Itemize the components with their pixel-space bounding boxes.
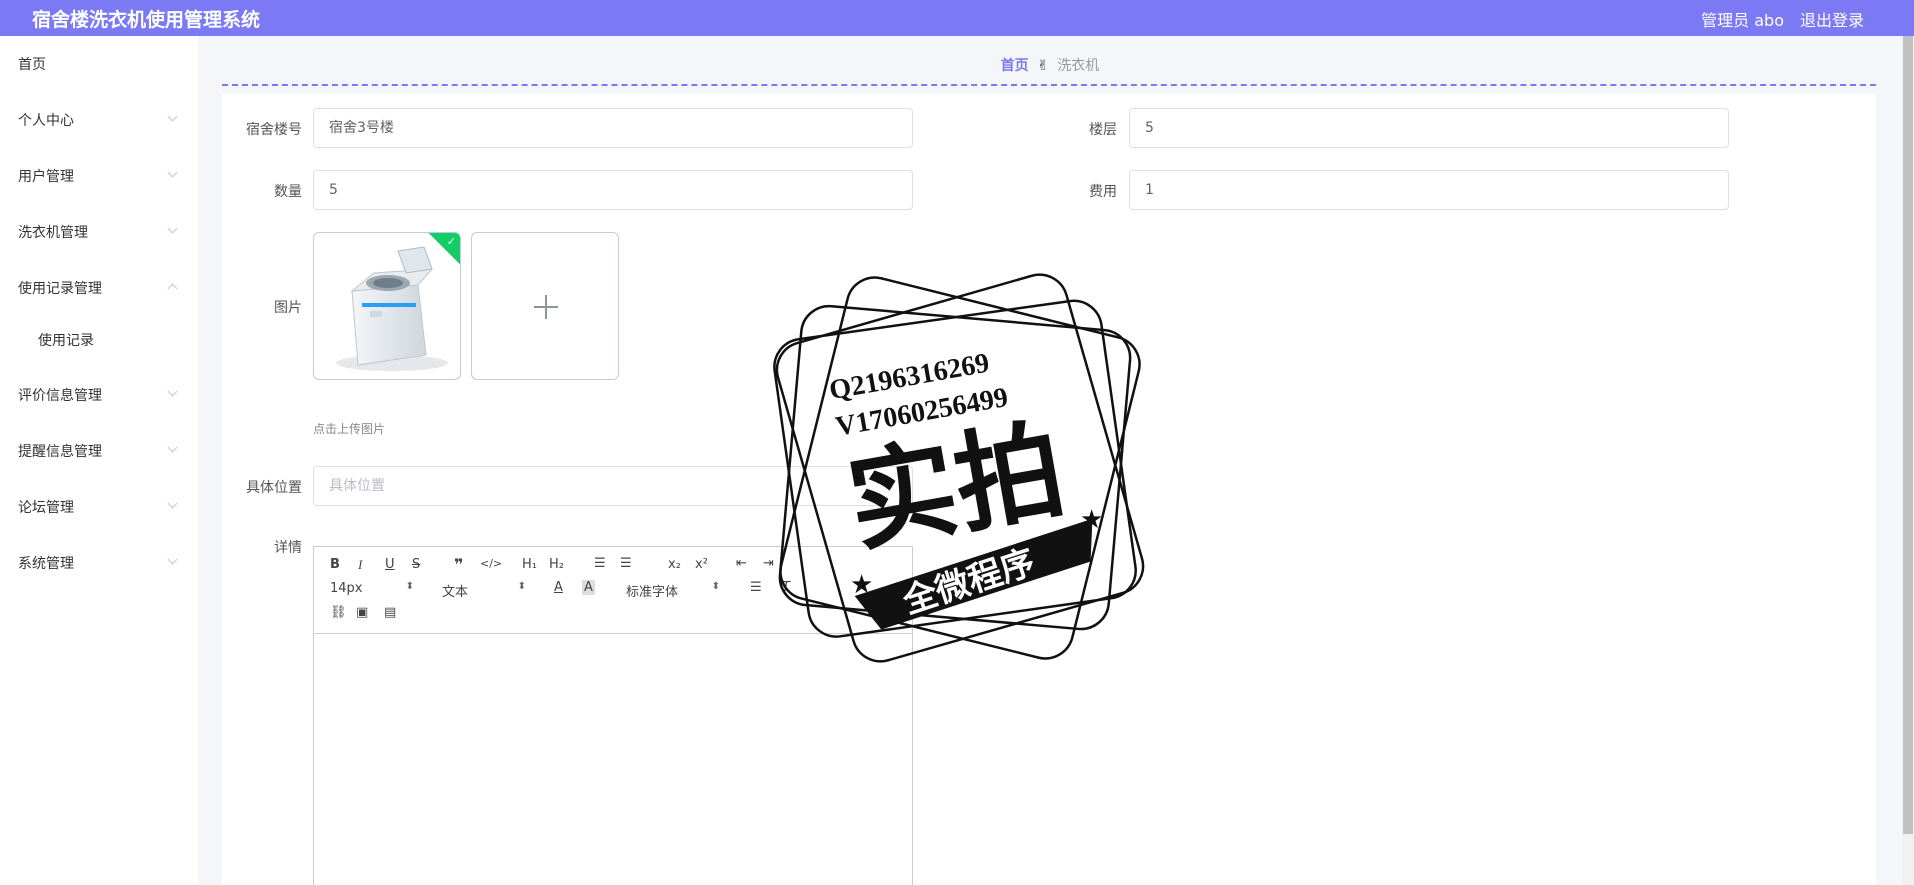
sidebar-item-system[interactable]: 系统管理	[0, 543, 198, 583]
chevron-up-icon	[167, 283, 178, 294]
sidebar-item-forum[interactable]: 论坛管理	[0, 487, 198, 527]
paragraph-select[interactable]: 文本 ⬍	[442, 581, 526, 600]
image-icon[interactable]: ▣	[356, 605, 368, 620]
location-label: 具体位置	[246, 480, 302, 496]
sidebar: 首页 个人中心 用户管理 洗衣机管理 使用记录管理 使用记录 评价信息管理 提醒…	[0, 36, 198, 885]
sidebar-item-label: 使用记录管理	[18, 281, 102, 297]
sidebar-item-washers[interactable]: 洗衣机管理	[0, 212, 198, 252]
strike-icon[interactable]: S	[412, 557, 420, 572]
sidebar-item-usage-records[interactable]: 使用记录管理	[0, 268, 198, 308]
bold-icon[interactable]: B	[330, 557, 340, 572]
admin-label: 管理员 abo	[1701, 11, 1784, 30]
sidebar-item-label: 洗衣机管理	[18, 225, 88, 241]
chevron-down-icon	[167, 442, 178, 453]
sidebar-item-label: 首页	[18, 57, 46, 73]
font-color-icon[interactable]: A	[554, 580, 563, 595]
breadcrumb: 首页 ✌ 洗衣机	[198, 55, 1902, 75]
chevron-down-icon	[167, 554, 178, 565]
chevron-down-icon	[167, 223, 178, 234]
floor-label: 楼层	[1089, 122, 1117, 138]
background-color-icon[interactable]: A	[582, 580, 595, 595]
washer-form: 宿舍楼号 宿舍3号楼 楼层 5 数量 5 费用 1 图片 ✓ 点击上传图片 具体…	[222, 94, 1876, 885]
scrollbar[interactable]	[1902, 36, 1914, 885]
bullet-list-icon[interactable]: ☰	[620, 556, 632, 571]
sidebar-item-label: 个人中心	[18, 113, 74, 129]
rich-text-editor[interactable]: B I U S ❞ </> H₁ H₂ ☰ ☰ x₂ x² ⇤ ⇥ 14px ⬍	[313, 546, 913, 885]
code-icon[interactable]: </>	[480, 557, 502, 570]
sidebar-subitem-usage-record[interactable]: 使用记录	[0, 320, 198, 360]
font-family-value: 标准字体	[626, 585, 679, 600]
washing-machine-image	[336, 246, 448, 371]
font-size-value: 14px	[330, 581, 363, 596]
paragraph-value: 文本	[442, 585, 469, 600]
h1-icon[interactable]: H₁	[522, 557, 537, 572]
align-icon[interactable]: ☰	[750, 580, 762, 595]
chevron-down-icon	[167, 386, 178, 397]
sidebar-item-label: 使用记录	[38, 333, 94, 349]
quantity-input[interactable]: 5	[313, 170, 913, 210]
location-input[interactable]: 具体位置	[313, 466, 913, 506]
app-title: 宿舍楼洗衣机使用管理系统	[32, 9, 261, 31]
video-icon[interactable]: ▤	[384, 605, 396, 620]
check-icon: ✓	[446, 235, 456, 248]
subscript-icon[interactable]: x₂	[668, 557, 681, 572]
chevron-down-icon	[167, 111, 178, 122]
underline-icon[interactable]: U	[385, 557, 395, 572]
sidebar-item-label: 提醒信息管理	[18, 444, 102, 460]
chevron-down-icon	[167, 498, 178, 509]
sidebar-item-profile[interactable]: 个人中心	[0, 100, 198, 140]
select-caret-icon: ⬍	[711, 581, 720, 592]
fee-label: 费用	[1089, 184, 1117, 200]
upload-add-button[interactable]	[471, 232, 619, 380]
indent-decrease-icon[interactable]: ⇤	[736, 556, 747, 571]
plus-icon-vertical	[545, 295, 547, 319]
editor-toolbar: B I U S ❞ </> H₁ H₂ ☰ ☰ x₂ x² ⇤ ⇥ 14px ⬍	[314, 547, 912, 634]
superscript-icon[interactable]: x²	[695, 557, 708, 572]
details-label: 详情	[274, 540, 302, 556]
select-caret-icon: ⬍	[517, 581, 526, 592]
chevron-down-icon	[167, 167, 178, 178]
sidebar-item-label: 论坛管理	[18, 500, 74, 516]
sidebar-item-label: 评价信息管理	[18, 388, 102, 404]
building-label: 宿舍楼号	[246, 122, 302, 138]
sidebar-item-label: 系统管理	[18, 556, 74, 572]
dashed-divider	[222, 84, 1876, 86]
hand-icon: ✌	[1037, 58, 1049, 74]
sidebar-item-users[interactable]: 用户管理	[0, 156, 198, 196]
sidebar-item-reviews[interactable]: 评价信息管理	[0, 375, 198, 415]
logout-link[interactable]: 退出登录	[1800, 7, 1864, 31]
font-size-select[interactable]: 14px ⬍	[330, 581, 414, 596]
uploaded-image[interactable]: ✓	[313, 232, 461, 380]
breadcrumb-current: 洗衣机	[1057, 58, 1100, 74]
fee-input[interactable]: 1	[1129, 170, 1729, 210]
sidebar-item-home[interactable]: 首页	[0, 44, 198, 84]
clear-format-icon[interactable]: T	[782, 580, 790, 595]
sidebar-item-label: 用户管理	[18, 169, 74, 185]
select-caret-icon: ⬍	[405, 581, 414, 592]
link-icon[interactable]: ⛓	[330, 605, 347, 620]
quantity-label: 数量	[274, 184, 302, 200]
ordered-list-icon[interactable]: ☰	[594, 556, 606, 571]
h2-icon[interactable]: H₂	[549, 557, 564, 572]
image-label: 图片	[274, 300, 302, 316]
breadcrumb-home[interactable]: 首页	[1001, 58, 1029, 74]
scrollbar-thumb[interactable]	[1903, 36, 1913, 834]
building-input[interactable]: 宿舍3号楼	[313, 108, 913, 148]
floor-input[interactable]: 5	[1129, 108, 1729, 148]
top-bar: 宿舍楼洗衣机使用管理系统 管理员 abo 退出登录	[0, 0, 1914, 36]
italic-icon[interactable]: I	[358, 557, 362, 573]
quote-icon[interactable]: ❞	[454, 555, 463, 574]
upload-tip: 点击上传图片	[313, 422, 386, 436]
sidebar-item-reminders[interactable]: 提醒信息管理	[0, 431, 198, 471]
main-content: 首页 ✌ 洗衣机 宿舍楼号 宿舍3号楼 楼层 5 数量 5 费用 1 图片 ✓ …	[198, 36, 1902, 885]
indent-increase-icon[interactable]: ⇥	[763, 556, 774, 571]
font-family-select[interactable]: 标准字体 ⬍	[626, 581, 720, 600]
